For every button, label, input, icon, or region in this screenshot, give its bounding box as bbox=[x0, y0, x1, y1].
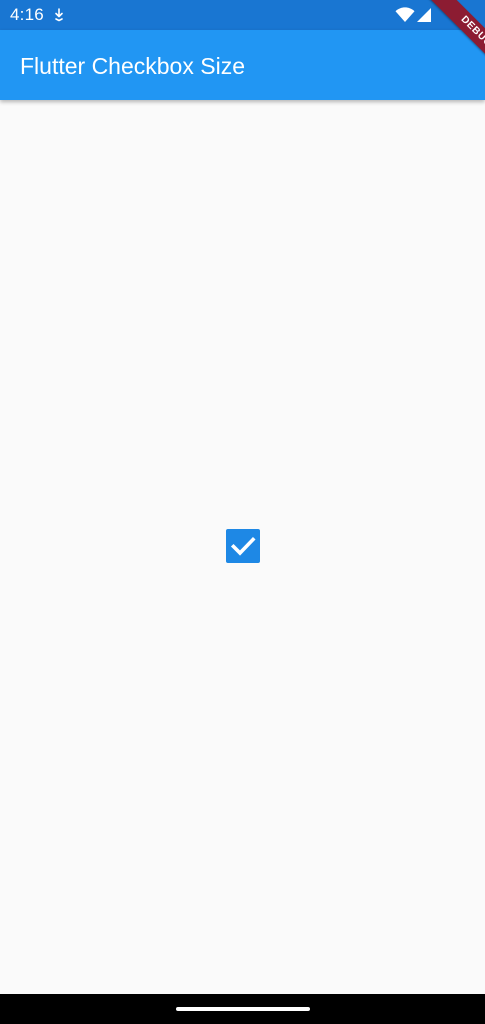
cell-signal-icon bbox=[416, 7, 432, 23]
navigation-bar bbox=[0, 994, 485, 1024]
main-content bbox=[0, 100, 485, 994]
home-indicator[interactable] bbox=[176, 1007, 310, 1011]
check-icon bbox=[230, 536, 256, 556]
download-icon bbox=[53, 8, 65, 22]
app-bar: Flutter Checkbox Size bbox=[0, 30, 485, 100]
page-title: Flutter Checkbox Size bbox=[20, 53, 245, 79]
status-time: 4:16 bbox=[10, 5, 44, 24]
wifi-icon bbox=[395, 7, 415, 23]
status-bar: 4:16 bbox=[0, 0, 485, 30]
checkbox[interactable] bbox=[226, 529, 260, 563]
